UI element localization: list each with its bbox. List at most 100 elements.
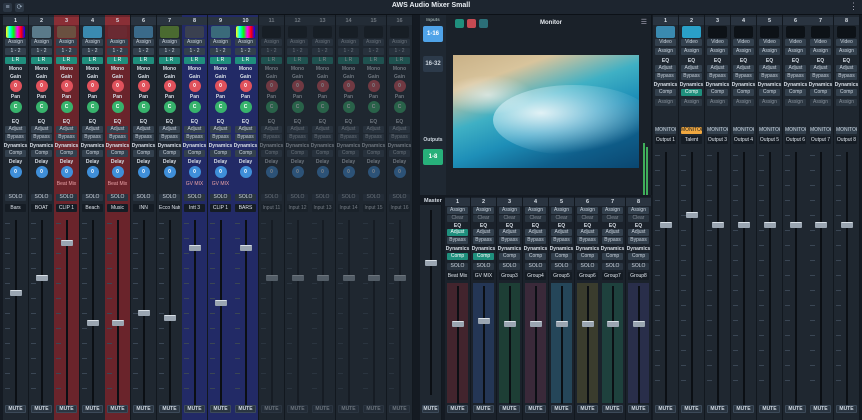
solo-button[interactable]: SOLO [602,263,623,270]
group-fader[interactable] [497,281,522,406]
channel-fader[interactable] [182,215,207,410]
video-button[interactable]: Video [759,39,780,46]
eq-bypass-button[interactable]: Bypass [447,237,468,244]
channel-fader[interactable] [157,215,182,410]
solo-button[interactable]: SOLO [447,263,468,270]
solo-button[interactable]: SOLO [525,263,546,270]
eq-adjust-button[interactable]: Adjust [525,229,546,236]
assign-button[interactable]: Assign [733,48,754,55]
channel-fader[interactable] [105,215,130,410]
pan-knob[interactable]: C [342,101,355,113]
assign-button[interactable]: Assign [31,39,52,46]
mute-button[interactable]: MUTE [681,405,702,413]
bank-16-32-button[interactable]: 16-32 [423,56,443,72]
output-bank-1-8-button[interactable]: 1-8 [423,149,443,165]
assign-button-2[interactable]: Assign [810,99,831,106]
solo-button[interactable]: SOLO [235,194,256,201]
mute-button[interactable]: MUTE [389,405,410,413]
lr-toggle[interactable]: L R [210,57,231,64]
gain-knob[interactable]: 0 [111,80,124,92]
fader-cap[interactable] [840,222,853,228]
lr-toggle[interactable]: L R [338,57,359,64]
delay-knob[interactable]: 0 [163,166,176,178]
route-select[interactable]: 1 - 2 [210,48,231,55]
route-select[interactable]: 1 - 2 [107,48,128,55]
monitor-button[interactable]: MONITOR [655,127,676,134]
fader-cap[interactable] [265,275,278,281]
eq-bypass-button[interactable]: Bypass [210,134,231,141]
mute-button[interactable]: MUTE [551,405,572,413]
eq-bypass-button[interactable]: Bypass [836,73,857,80]
solo-button[interactable]: SOLO [261,194,282,201]
pan-knob[interactable]: C [60,101,73,113]
clear-button[interactable]: Clear [473,215,494,222]
assign-button[interactable]: Assign [759,48,780,55]
gain-knob[interactable]: 0 [60,80,73,92]
delay-knob[interactable]: 0 [111,166,124,178]
solo-button[interactable]: SOLO [312,194,333,201]
fader-cap[interactable] [632,321,645,327]
lr-toggle[interactable]: L R [184,57,205,64]
comp-button[interactable]: Comp [261,150,282,157]
fader-cap[interactable] [451,321,464,327]
group-fader[interactable] [445,281,470,406]
lr-toggle[interactable]: L R [159,57,180,64]
group-fader[interactable] [626,281,651,406]
assign-button[interactable]: Assign [551,207,572,214]
fader-cap[interactable] [763,222,776,228]
pan-knob[interactable]: C [239,101,252,113]
eq-bypass-button[interactable]: Bypass [56,134,77,141]
mute-button[interactable]: MUTE [447,405,468,413]
eq-adjust-button[interactable]: Adjust [447,229,468,236]
assign-button[interactable]: Assign [82,39,103,46]
eq-bypass-button[interactable]: Bypass [707,73,728,80]
eq-adjust-button[interactable]: Adjust [210,126,231,133]
bank-1-16-button[interactable]: 1-16 [423,26,443,42]
eq-adjust-button[interactable]: Adjust [159,126,180,133]
comp-button[interactable]: Comp [107,150,128,157]
eq-adjust-button[interactable]: Adjust [107,126,128,133]
pan-knob[interactable]: C [265,101,278,113]
comp-button[interactable]: Comp [681,89,702,96]
video-button[interactable]: Video [733,39,754,46]
fader-cap[interactable] [529,321,542,327]
gain-knob[interactable]: 0 [214,80,227,92]
route-select[interactable]: 1 - 2 [287,48,308,55]
assign-button[interactable]: Assign [602,207,623,214]
assign-button[interactable]: Assign [499,207,520,214]
gain-knob[interactable]: 0 [86,80,99,92]
lr-toggle[interactable]: L R [261,57,282,64]
eq-adjust-button[interactable]: Adjust [261,126,282,133]
fader-cap[interactable] [789,222,802,228]
lr-toggle[interactable]: L R [363,57,384,64]
assign-button-2[interactable]: Assign [836,99,857,106]
video-button[interactable]: Video [655,39,676,46]
solo-button[interactable]: SOLO [107,194,128,201]
eq-bypass-button[interactable]: Bypass [287,134,308,141]
delay-knob[interactable]: 0 [9,166,22,178]
clear-button[interactable]: Clear [447,215,468,222]
master-mute-button[interactable]: MUTE [422,405,439,413]
assign-button[interactable]: Assign [810,48,831,55]
pan-knob[interactable]: C [163,101,176,113]
fader-cap[interactable] [737,222,750,228]
eq-bypass-button[interactable]: Bypass [759,73,780,80]
fader-cap[interactable] [188,245,201,251]
solo-button[interactable]: SOLO [363,194,384,201]
fader-cap[interactable] [214,300,227,306]
mute-button[interactable]: MUTE [785,405,806,413]
group-fader[interactable] [471,281,496,406]
clear-button[interactable]: Clear [577,215,598,222]
monitor-button[interactable]: MONITOR [836,127,857,134]
delay-knob[interactable]: 0 [35,166,48,178]
eq-adjust-button[interactable]: Adjust [733,65,754,72]
mute-button[interactable]: MUTE [810,405,831,413]
assign-button[interactable]: Assign [261,39,282,46]
comp-button[interactable]: Comp [785,89,806,96]
route-select[interactable]: 1 - 2 [5,48,26,55]
assign-button[interactable]: Assign [389,39,410,46]
mute-button[interactable]: MUTE [628,405,649,413]
comp-button[interactable]: Comp [707,89,728,96]
eq-bypass-button[interactable]: Bypass [133,134,154,141]
solo-button[interactable]: SOLO [287,194,308,201]
